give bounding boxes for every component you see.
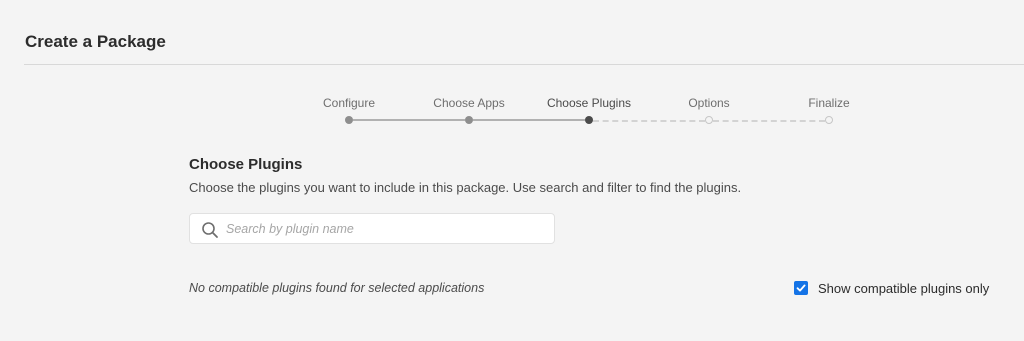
step-connector-2 — [473, 119, 585, 121]
step-connector-3 — [593, 120, 705, 122]
checkmark-icon — [796, 284, 806, 292]
compatible-only-toggle[interactable]: Show compatible plugins only — [794, 279, 989, 297]
section-title: Choose Plugins — [189, 156, 303, 173]
step-connector-4 — [713, 120, 825, 122]
empty-results-message: No compatible plugins found for selected… — [189, 281, 485, 295]
plugin-search-box[interactable] — [189, 213, 555, 244]
step-label-options: Options — [688, 96, 730, 110]
step-dot-choose-plugins — [585, 116, 593, 124]
step-dot-choose-apps — [465, 116, 473, 124]
search-icon — [201, 221, 219, 239]
step-label-choose-apps: Choose Apps — [433, 96, 505, 110]
step-dot-options — [705, 116, 713, 124]
step-label-finalize: Finalize — [808, 96, 850, 110]
compatible-only-label: Show compatible plugins only — [818, 280, 990, 296]
step-connector-1 — [353, 119, 465, 121]
plugin-search-input[interactable] — [226, 214, 544, 243]
step-label-configure: Configure — [322, 96, 376, 110]
step-label-choose-plugins: Choose Plugins — [546, 96, 632, 110]
wizard-stepper: Configure Choose Apps Choose Plugins Opt… — [0, 0, 1024, 130]
section-description: Choose the plugins you want to include i… — [189, 180, 742, 195]
compatible-only-checkbox[interactable] — [794, 281, 808, 295]
step-dot-configure — [345, 116, 353, 124]
step-dot-finalize — [825, 116, 833, 124]
